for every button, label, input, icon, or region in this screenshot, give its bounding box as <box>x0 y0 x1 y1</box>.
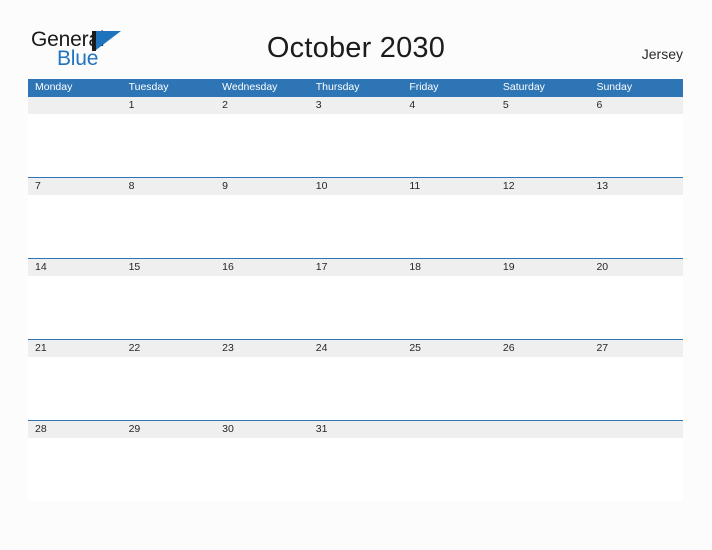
week-date-band: 14 15 16 17 18 19 20 <box>28 258 683 276</box>
day-cell[interactable]: 12 <box>496 178 590 195</box>
day-cell[interactable]: 29 <box>122 421 216 438</box>
calendar-week-row: 28 29 30 31 <box>28 420 683 501</box>
day-cell[interactable]: 13 <box>589 178 683 195</box>
day-cell[interactable]: 23 <box>215 340 309 357</box>
day-cell[interactable]: 17 <box>309 259 403 276</box>
day-cell[interactable]: 27 <box>589 340 683 357</box>
calendar-week-row: 21 22 23 24 25 26 27 <box>28 339 683 420</box>
week-note-area[interactable] <box>28 357 683 420</box>
calendar-week-row: 7 8 9 10 11 12 13 <box>28 177 683 258</box>
day-cell[interactable]: 10 <box>309 178 403 195</box>
page-title: October 2030 <box>266 32 446 64</box>
day-cell[interactable] <box>589 421 683 438</box>
day-cell[interactable]: 25 <box>402 340 496 357</box>
day-cell[interactable]: 14 <box>28 259 122 276</box>
day-cell[interactable]: 2 <box>215 97 309 114</box>
weekday-header-sunday: Sunday <box>596 81 633 93</box>
week-date-band: 1 2 3 4 5 6 <box>28 96 683 114</box>
day-cell[interactable]: 9 <box>215 178 309 195</box>
day-cell[interactable]: 1 <box>122 97 216 114</box>
location-label: Jersey <box>641 46 683 62</box>
day-cell[interactable]: 11 <box>402 178 496 195</box>
weekday-header-friday: Friday <box>409 81 439 93</box>
day-cell[interactable]: 19 <box>496 259 590 276</box>
day-cell[interactable]: 5 <box>496 97 590 114</box>
week-note-area[interactable] <box>28 195 683 258</box>
day-cell[interactable]: 3 <box>309 97 403 114</box>
calendar-week-row: 14 15 16 17 18 19 20 <box>28 258 683 339</box>
day-cell[interactable]: 21 <box>28 340 122 357</box>
day-cell[interactable]: 28 <box>28 421 122 438</box>
day-cell[interactable]: 24 <box>309 340 403 357</box>
week-note-area[interactable] <box>28 438 683 501</box>
week-date-band: 21 22 23 24 25 26 27 <box>28 339 683 357</box>
week-note-area[interactable] <box>28 276 683 339</box>
day-cell[interactable]: 26 <box>496 340 590 357</box>
day-cell[interactable]: 16 <box>215 259 309 276</box>
day-cell[interactable]: 8 <box>122 178 216 195</box>
day-cell[interactable]: 18 <box>402 259 496 276</box>
day-cell[interactable] <box>28 97 122 114</box>
day-cell[interactable]: 20 <box>589 259 683 276</box>
calendar-grid: Monday Tuesday Wednesday Thursday Friday… <box>28 79 683 501</box>
week-date-band: 28 29 30 31 <box>28 420 683 438</box>
day-cell[interactable] <box>402 421 496 438</box>
week-note-area[interactable] <box>28 114 683 177</box>
day-cell[interactable]: 30 <box>215 421 309 438</box>
week-date-band: 7 8 9 10 11 12 13 <box>28 177 683 195</box>
weekday-header-row: Monday Tuesday Wednesday Thursday Friday… <box>28 79 683 96</box>
weekday-header-thursday: Thursday <box>315 81 360 93</box>
weekday-header-wednesday: Wednesday <box>222 81 278 93</box>
day-cell[interactable]: 7 <box>28 178 122 195</box>
day-cell[interactable]: 4 <box>402 97 496 114</box>
day-cell[interactable]: 15 <box>122 259 216 276</box>
day-cell[interactable]: 22 <box>122 340 216 357</box>
weekday-header-tuesday: Tuesday <box>128 81 169 93</box>
day-cell[interactable]: 6 <box>589 97 683 114</box>
calendar-week-row: 1 2 3 4 5 6 <box>28 96 683 177</box>
day-cell[interactable]: 31 <box>309 421 403 438</box>
day-cell[interactable] <box>496 421 590 438</box>
weekday-header-monday: Monday <box>35 81 73 93</box>
page-header: General Blue October 2030 Jersey <box>0 0 712 78</box>
weekday-header-saturday: Saturday <box>502 81 545 93</box>
